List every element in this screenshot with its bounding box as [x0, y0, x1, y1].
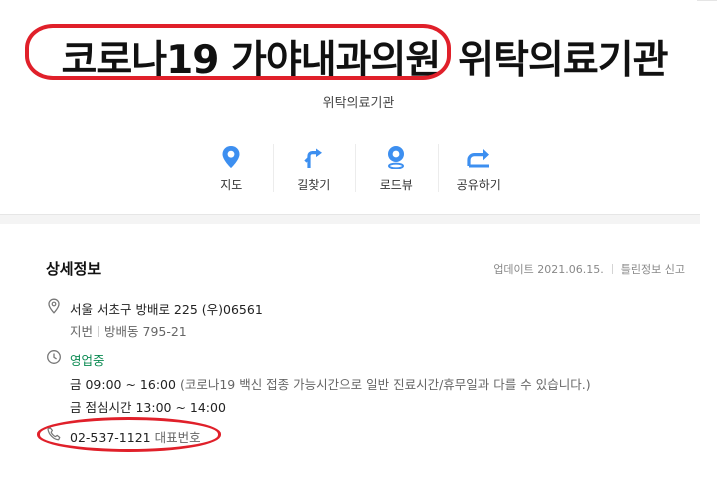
lot-value: 방배동 795-21: [104, 324, 187, 339]
place-category: 위탁의료기관: [322, 96, 395, 111]
lot-address: 지번 방배동 795-21: [70, 321, 187, 340]
update-date: 업데이트 2021.06.15.: [493, 263, 604, 276]
share-button[interactable]: 공유하기: [437, 140, 521, 200]
phone-icon: [46, 426, 62, 442]
phone-label: 대표번호: [154, 430, 201, 445]
title-area: 코로나19 가야내과의원 위탁의료기관: [0, 22, 717, 100]
detail-meta: 업데이트 2021.06.15. 틀린정보 신고: [493, 261, 685, 277]
lunch-hours: 금 점심시간 13:00 ~ 14:00: [70, 400, 226, 415]
hours-friday: 금 09:00 ~ 16:00: [70, 377, 176, 392]
top-edge-line: [697, 0, 717, 6]
detail-heading: 상세정보: [46, 260, 102, 278]
roadview-button[interactable]: 로드뷰: [355, 140, 438, 200]
address-text[interactable]: 서울 서초구 방배로 225 (우)06561: [70, 299, 263, 318]
directions-icon: [301, 144, 327, 170]
location-icon: [46, 298, 62, 314]
place-name-suffix: 위탁의료기관: [458, 38, 668, 83]
meta-separator: [611, 264, 613, 274]
directions-button[interactable]: 길찾기: [272, 140, 356, 200]
place-name: 코로나19 가야내과의원: [61, 38, 441, 83]
share-icon: [466, 144, 492, 170]
roadview-icon: [383, 144, 409, 170]
page-title: 코로나19 가야내과의원 위탁의료기관: [49, 22, 668, 100]
share-button-label: 공유하기: [456, 178, 501, 192]
map-pin-icon: [218, 144, 244, 170]
map-button[interactable]: 지도: [190, 140, 273, 200]
directions-button-label: 길찾기: [297, 178, 331, 192]
phone-number[interactable]: 02-537-1121: [70, 430, 151, 445]
hours-row: 금 09:00 ~ 16:00 (코로나19 백신 접종 가능시간으로 일반 진…: [70, 374, 591, 393]
open-status: 영업중: [70, 353, 105, 368]
map-button-label: 지도: [220, 178, 243, 192]
place-detail-page: 코로나19 가야내과의원 위탁의료기관 위탁의료기관 지도 길찾기 로드뷰 공유…: [0, 0, 717, 483]
hours-note: (코로나19 백신 접종 가능시간으로 일반 진료시간/휴무일과 다를 수 있습…: [179, 377, 591, 392]
action-bar: 지도 길찾기 로드뷰 공유하기: [190, 140, 520, 200]
phone-row: 02-537-1121 대표번호: [70, 427, 201, 446]
report-error-link[interactable]: 틀린정보 신고: [621, 263, 685, 276]
roadview-button-label: 로드뷰: [379, 178, 413, 192]
section-divider: [0, 214, 700, 224]
lot-separator: [98, 326, 100, 337]
lot-label: 지번: [70, 324, 94, 339]
clock-icon: [46, 349, 62, 365]
